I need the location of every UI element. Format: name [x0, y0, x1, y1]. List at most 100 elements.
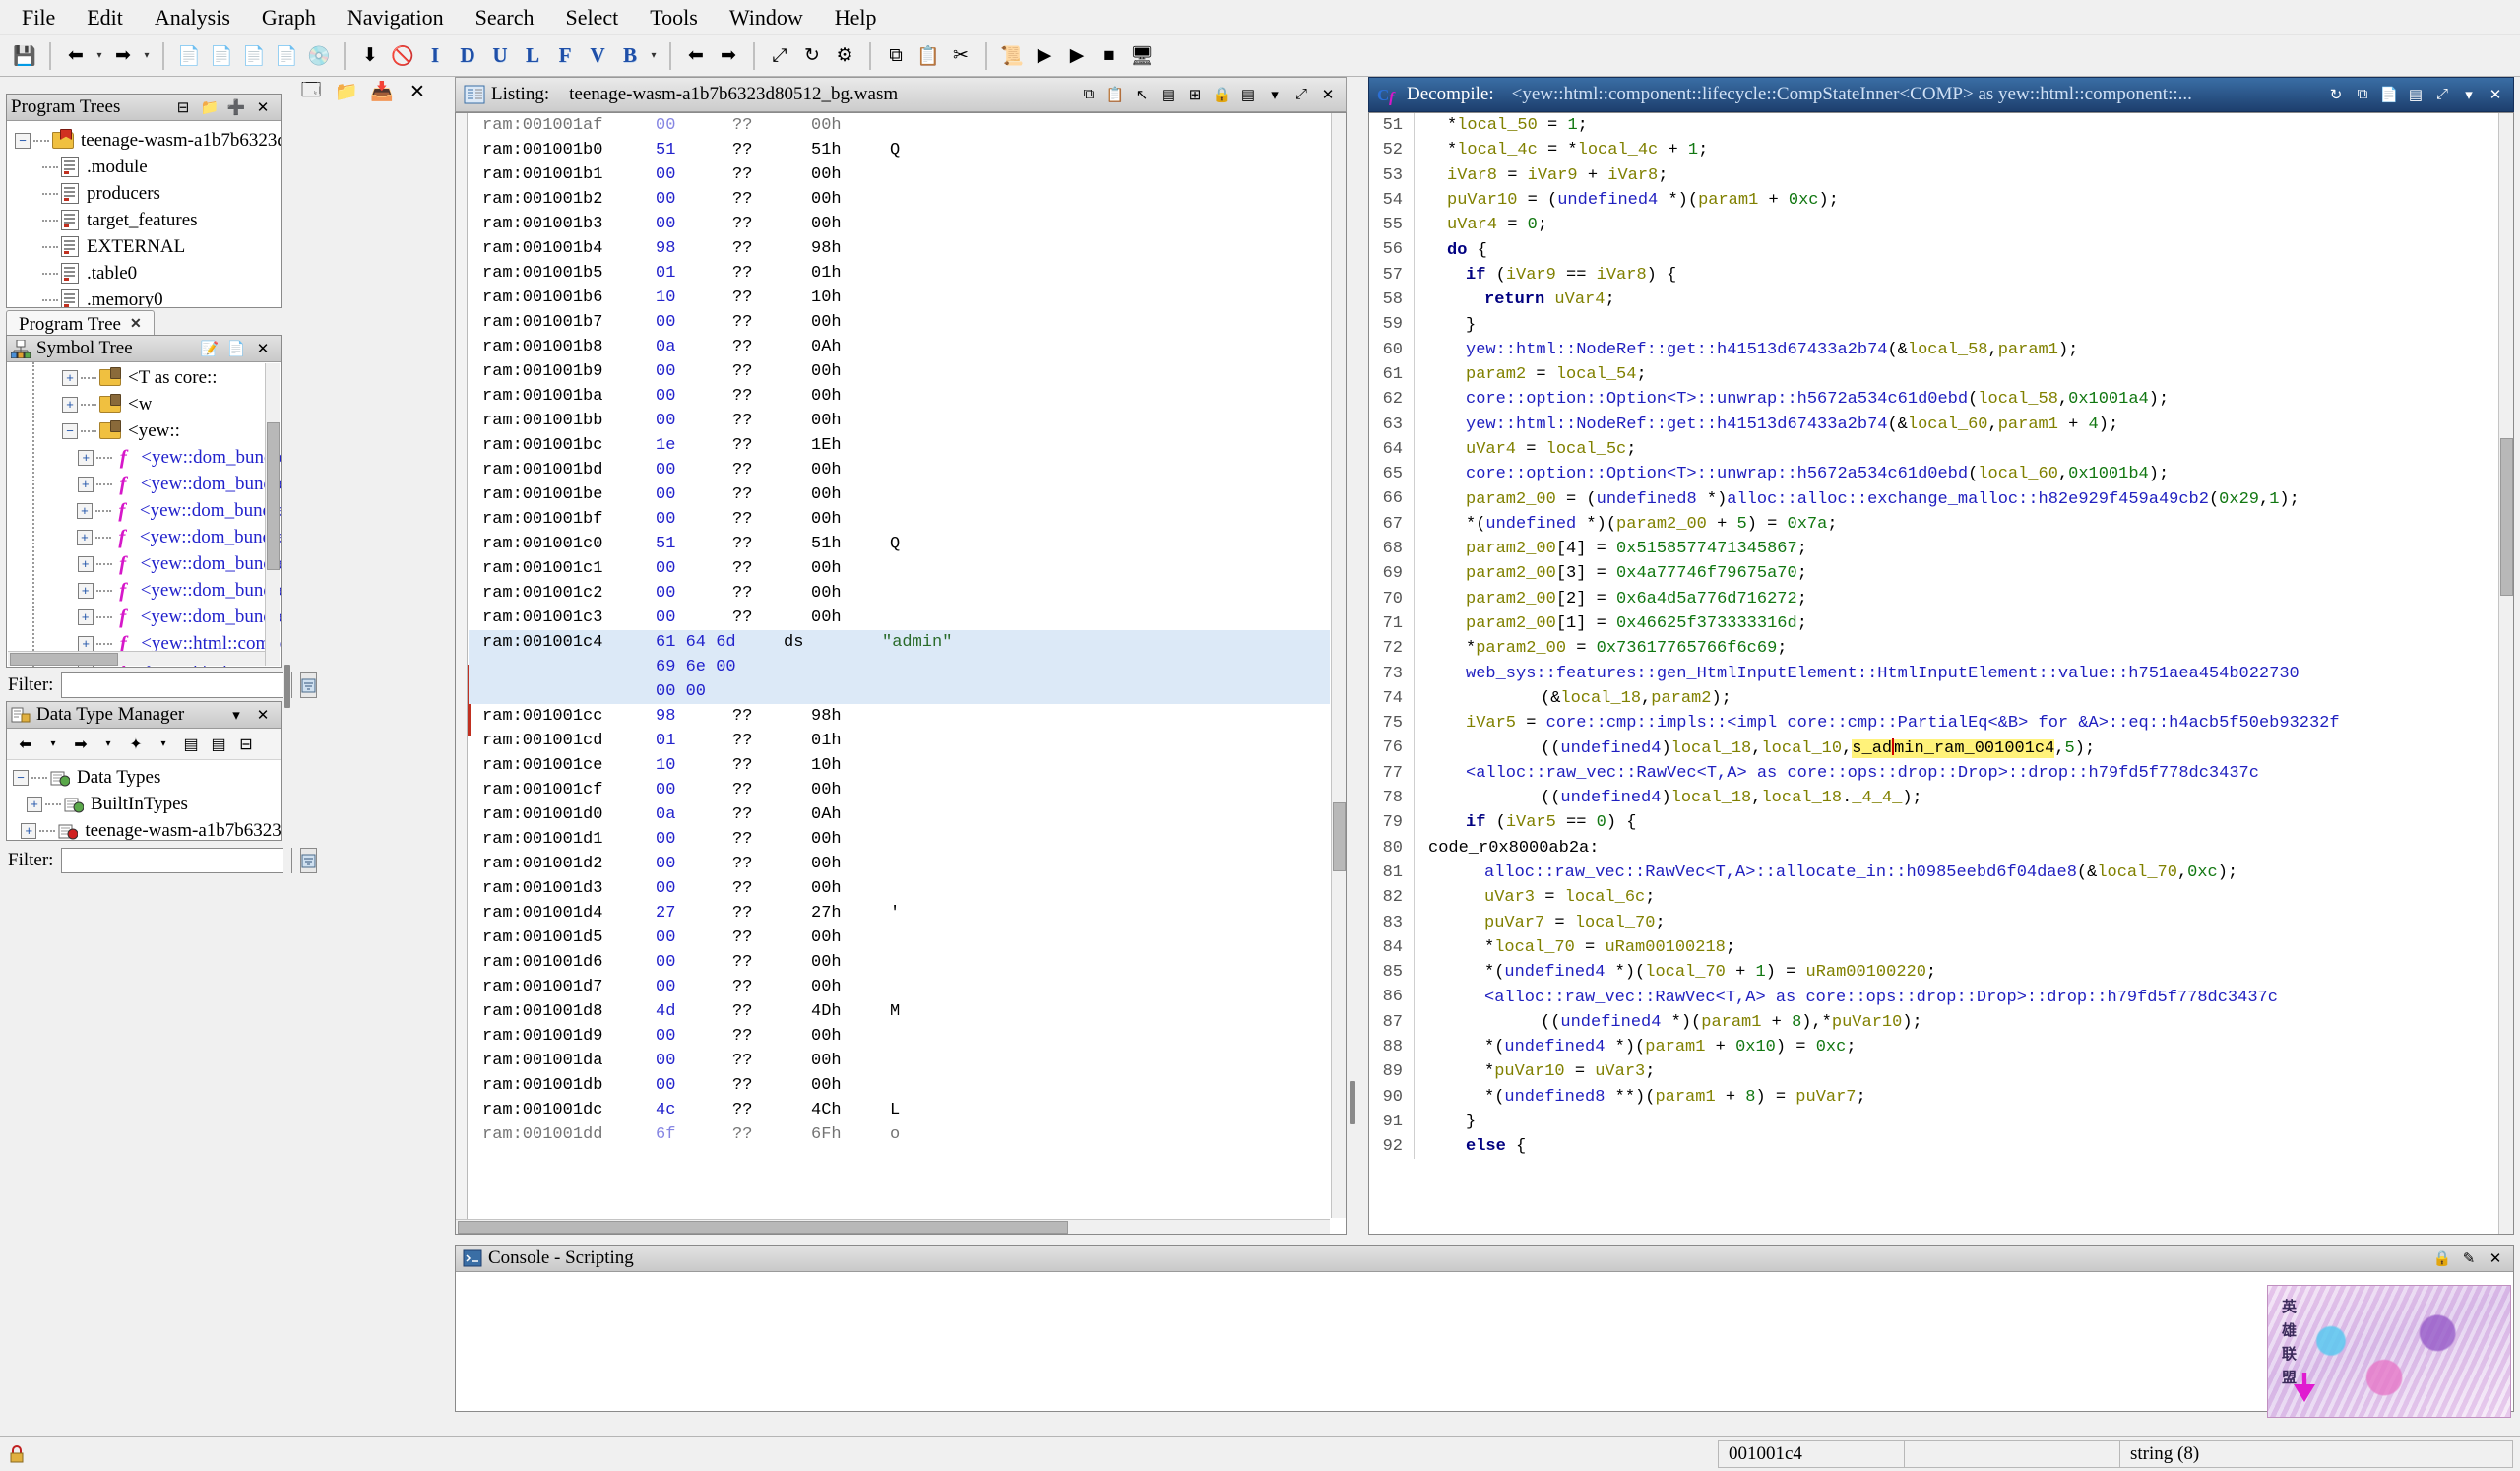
menu-edit[interactable]: Edit: [73, 2, 137, 33]
menu-graph[interactable]: Graph: [248, 2, 330, 33]
new-type-icon[interactable]: ✦: [123, 733, 149, 756]
decompiler-line[interactable]: 61 param2 = local_54;: [1369, 361, 2497, 388]
collapse-toggle[interactable]: −: [62, 422, 78, 439]
bookmark-icon[interactable]: B: [615, 41, 645, 71]
decompiler-line[interactable]: 72 *param2_00 = 0x73617765766f6c69;: [1369, 636, 2497, 662]
decompiler-line[interactable]: 79 if (iVar5 == 0) {: [1369, 810, 2497, 836]
expand-toggle[interactable]: +: [76, 502, 93, 519]
listing-row[interactable]: ram:001001d1 00?? 00h: [469, 827, 1330, 852]
menu-select[interactable]: Select: [552, 2, 633, 33]
no-entry-icon[interactable]: 🚫: [388, 41, 417, 71]
expand-toggle[interactable]: +: [78, 449, 94, 466]
listing-row[interactable]: ram:001001cf 00?? 00h: [469, 778, 1330, 802]
data-type-node[interactable]: − Data Types: [13, 764, 281, 791]
symbol-tree-vscrollbar[interactable]: [265, 363, 280, 666]
snapshot-icon[interactable]: ⤢: [1291, 85, 1312, 104]
decompiler-line[interactable]: 85 *(undefined4 *)(local_70 + 1) = uRam00…: [1369, 960, 2497, 986]
listing-row[interactable]: ram:001001d7 00?? 00h: [469, 975, 1330, 999]
expand-toggle[interactable]: +: [77, 476, 94, 492]
listing-row[interactable]: ram:001001d6 00?? 00h: [469, 950, 1330, 975]
menu-file[interactable]: File: [8, 2, 69, 33]
symbol-tree-item[interactable]: + <T as core::: [62, 364, 281, 391]
decompiler-line[interactable]: 71 param2_00[1] = 0x46625f373333316d;: [1369, 610, 2497, 637]
copy-icon[interactable]: ⧉: [881, 41, 911, 71]
listing-rows-container[interactable]: ram:001001af 00?? 00h ram:001001b0 51?? 51h Q r…: [469, 113, 1330, 1218]
forward-dropdown-icon[interactable]: ▾: [95, 733, 121, 756]
listing-row[interactable]: ram:001001cc 98?? 98h: [469, 704, 1330, 729]
listing-row[interactable]: ram:001001bc 1e?? 1Eh: [469, 433, 1330, 458]
forward-arrow-icon[interactable]: ➡: [108, 41, 138, 71]
decompiler-line[interactable]: 81 alloc::raw_vec::RawVec<T,A>::allocate_…: [1369, 860, 2497, 886]
program-tree-root[interactable]: − teenage-wasm-a1b7b6323d80512_bg.wasm: [15, 127, 281, 154]
listing-row[interactable]: ram:001001cd 01?? 01h: [469, 729, 1330, 753]
decompiler-line[interactable]: 87 ((undefined4 *)(param1 + 8),*puVar10);: [1369, 1009, 2497, 1035]
decompiler-line[interactable]: 67 *(undefined *)(param2_00 + 5) = 0x7a;: [1369, 511, 2497, 538]
program-trees-body[interactable]: − teenage-wasm-a1b7b6323d80512_bg.wasm .mo…: [7, 121, 281, 307]
expand-toggle[interactable]: +: [77, 608, 94, 625]
expand-toggle[interactable]: +: [62, 396, 78, 413]
decompiler-line[interactable]: 92 else {: [1369, 1134, 2497, 1160]
next-highlight-icon[interactable]: ➡: [714, 41, 743, 71]
listing-row[interactable]: ram:001001b8 0a?? 0Ah: [469, 335, 1330, 359]
symbol-tree-filter-input[interactable]: [61, 672, 293, 698]
bookmark-dropdown-icon[interactable]: ▾: [648, 41, 660, 71]
listing-row[interactable]: ram:001001b4 98?? 98h: [469, 236, 1330, 261]
new-window-icon[interactable]: 🗔: [295, 77, 327, 106]
expand-toggle[interactable]: +: [27, 796, 42, 812]
decompiler-line[interactable]: 91}: [1369, 1109, 2497, 1135]
listing-row[interactable]: ram:001001af 00?? 00h: [469, 113, 1330, 138]
collapse-toggle[interactable]: −: [13, 769, 29, 786]
collapse-icon[interactable]: ⊟: [233, 733, 259, 756]
listing-row[interactable]: ram:001001b6 10?? 10h: [469, 286, 1330, 310]
listing-row[interactable]: ram:001001b7 00?? 00h: [469, 310, 1330, 335]
menu-navigation[interactable]: Navigation: [334, 2, 458, 33]
listing-row[interactable]: ram:001001d2 00?? 00h: [469, 852, 1330, 876]
data-type-filter-input[interactable]: [61, 848, 293, 873]
back-dropdown-icon[interactable]: ▾: [94, 41, 105, 71]
close-icon[interactable]: ✕: [1317, 85, 1339, 104]
symbol-tree-item[interactable]: + f <yew::dom_bundle::bnode::BNode: [62, 497, 281, 524]
decompiler-line[interactable]: 90 *(undefined8 **)(param1 + 8) = puVar7;: [1369, 1084, 2497, 1110]
symbol-tree[interactable]: + <T as core:: + <w − <yew:: + f <yew::dom_bundl…: [7, 362, 281, 667]
symbol-tree-item[interactable]: + f <yew::dom_bundle::braw::BRaw: [62, 550, 281, 577]
decompiler-line[interactable]: 52 *local_4c = *local_4c + 1;: [1369, 138, 2497, 163]
decompiler-line[interactable]: 68 param2_00[4] = 0x5158577471345867;: [1369, 537, 2497, 562]
menu-tools[interactable]: Tools: [636, 2, 712, 33]
highlighted-token[interactable]: s_ad min_ram_001001c4: [1852, 738, 2055, 759]
header-icon[interactable]: ▤: [1237, 85, 1259, 104]
listing-row[interactable]: ram:001001b5 01?? 01h: [469, 261, 1330, 286]
expand-toggle[interactable]: +: [78, 635, 94, 652]
listing-row[interactable]: 69 6e 00: [469, 655, 1330, 679]
listing-hscrollbar[interactable]: [456, 1219, 1330, 1234]
header-dropdown-icon[interactable]: ▾: [1264, 85, 1286, 104]
decompiler-line[interactable]: 89 *puVar10 = uVar3;: [1369, 1059, 2497, 1085]
menu-analysis[interactable]: Analysis: [141, 2, 244, 33]
listing-row[interactable]: ram:001001db 00?? 00h: [469, 1073, 1330, 1098]
splitter-grip[interactable]: [284, 665, 290, 708]
close-icon[interactable]: ✕: [2485, 85, 2506, 104]
listing-row[interactable]: ram:001001bd 00?? 00h: [469, 458, 1330, 482]
import-file-icon[interactable]: 📄: [174, 41, 204, 71]
forward-dropdown-icon[interactable]: ▾: [141, 41, 153, 71]
close-icon[interactable]: ✕: [130, 316, 142, 333]
paste-icon[interactable]: 📋: [914, 41, 943, 71]
tab-program-tree[interactable]: Program Tree ✕: [6, 310, 155, 338]
listing-row[interactable]: ram:001001be 00?? 00h: [469, 482, 1330, 507]
listing-decompiler-splitter[interactable]: [1349, 77, 1356, 1235]
decompiler-line[interactable]: 82 uVar3 = local_6c;: [1369, 885, 2497, 911]
scroll-thumb[interactable]: [458, 1221, 1068, 1234]
run-script-icon[interactable]: ▶: [1030, 41, 1059, 71]
scroll-thumb[interactable]: [267, 422, 280, 570]
close-icon[interactable]: ✕: [252, 339, 274, 358]
listing-row[interactable]: ram:001001b0 51?? 51h Q: [469, 138, 1330, 162]
decompiler-line[interactable]: 60 yew::html::NodeRef::get::h41513d67433a…: [1369, 337, 2497, 362]
decompiler-line[interactable]: 83 puVar7 = local_70;: [1369, 910, 2497, 935]
symbol-tree-hscrollbar[interactable]: [8, 651, 265, 666]
left-splitter[interactable]: [284, 94, 291, 1236]
diff-icon[interactable]: ▤: [2405, 85, 2426, 104]
export-file-icon[interactable]: 📄: [207, 41, 236, 71]
listing-view[interactable]: ram:001001af 00?? 00h ram:001001b0 51?? 51h Q r…: [455, 112, 1347, 1235]
save-listing-icon[interactable]: 📥: [366, 77, 398, 106]
listing-row[interactable]: ram:001001c3 00?? 00h: [469, 606, 1330, 630]
create-class-icon[interactable]: 📄: [225, 339, 247, 358]
